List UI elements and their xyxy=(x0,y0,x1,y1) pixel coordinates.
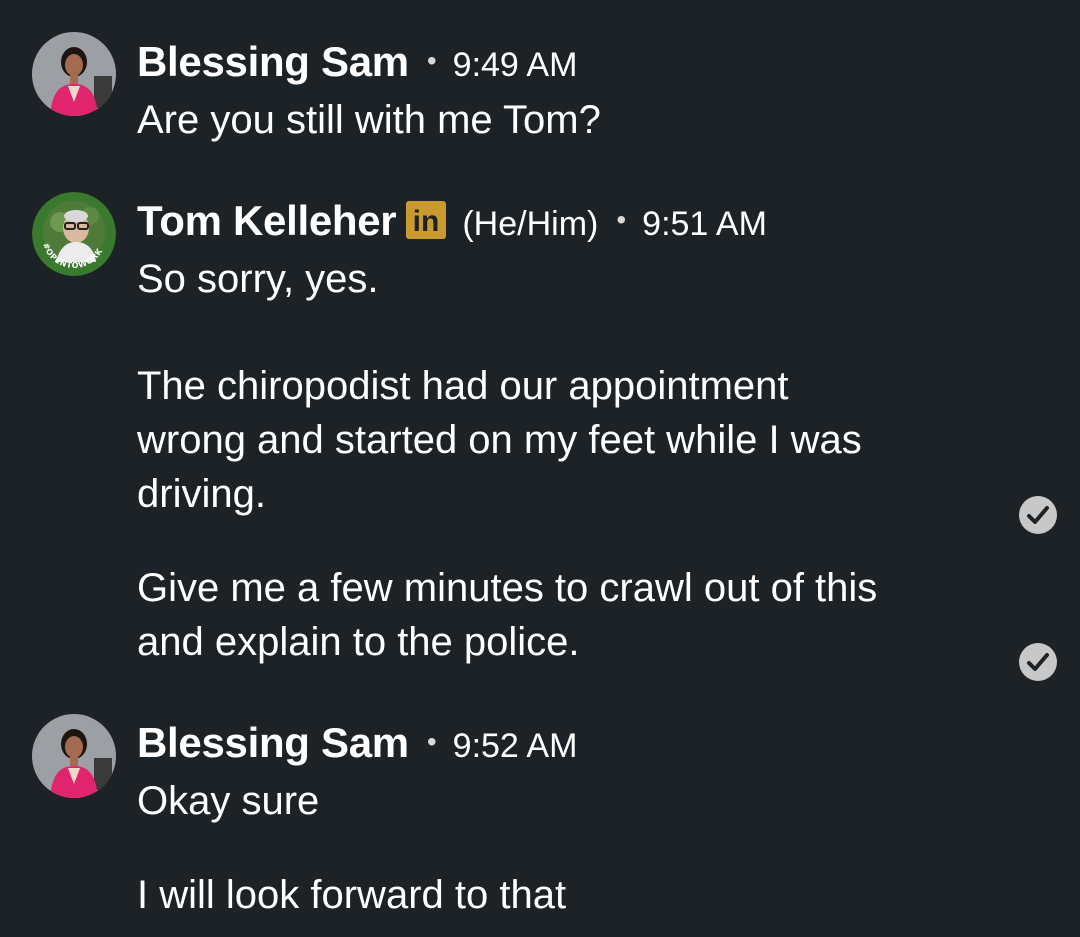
sender-name[interactable]: Blessing Sam xyxy=(137,38,409,86)
message-text: So sorry, yes. xyxy=(137,257,379,301)
separator-dot: • xyxy=(426,45,437,76)
separator-dot: • xyxy=(426,726,437,757)
message-header: Blessing Sam • 9:52 AM xyxy=(137,719,577,767)
linkedin-icon: in xyxy=(406,201,447,239)
check-circle-icon xyxy=(1018,495,1058,535)
separator-dot: • xyxy=(616,204,627,235)
message-text: Give me a few minutes to crawl out of th… xyxy=(137,566,878,664)
avatar-blessing-sam[interactable] xyxy=(32,32,116,116)
message-header: Tom Kelleher in (He/Him) • 9:51 AM xyxy=(137,197,767,245)
svg-text:in: in xyxy=(413,205,440,238)
message-text: The chiropodist had our appointment wron… xyxy=(137,364,862,516)
message-text: Are you still with me Tom? xyxy=(137,98,601,142)
avatar-photo-open-to-work: #OPENTOWORK xyxy=(32,192,116,276)
pronouns: (He/Him) xyxy=(462,205,599,243)
sender-name[interactable]: Tom Kelleher xyxy=(137,197,397,245)
avatar-blessing-sam[interactable] xyxy=(32,714,116,798)
timestamp: 9:51 AM xyxy=(642,205,767,243)
timestamp: 9:52 AM xyxy=(452,727,578,765)
check-circle-icon xyxy=(1018,642,1058,682)
message-text: Okay sure xyxy=(137,779,320,823)
avatar-tom-kelleher[interactable]: #OPENTOWORK xyxy=(32,192,116,276)
avatar-photo xyxy=(32,714,116,798)
message-text: I will look forward to that xyxy=(137,873,567,917)
timestamp: 9:49 AM xyxy=(452,46,578,84)
message-thread: Blessing Sam • 9:49 AM Are you still wit… xyxy=(0,0,1080,937)
message-header: Blessing Sam • 9:49 AM xyxy=(137,38,577,86)
sender-name[interactable]: Blessing Sam xyxy=(137,719,409,767)
avatar-photo xyxy=(32,32,116,116)
